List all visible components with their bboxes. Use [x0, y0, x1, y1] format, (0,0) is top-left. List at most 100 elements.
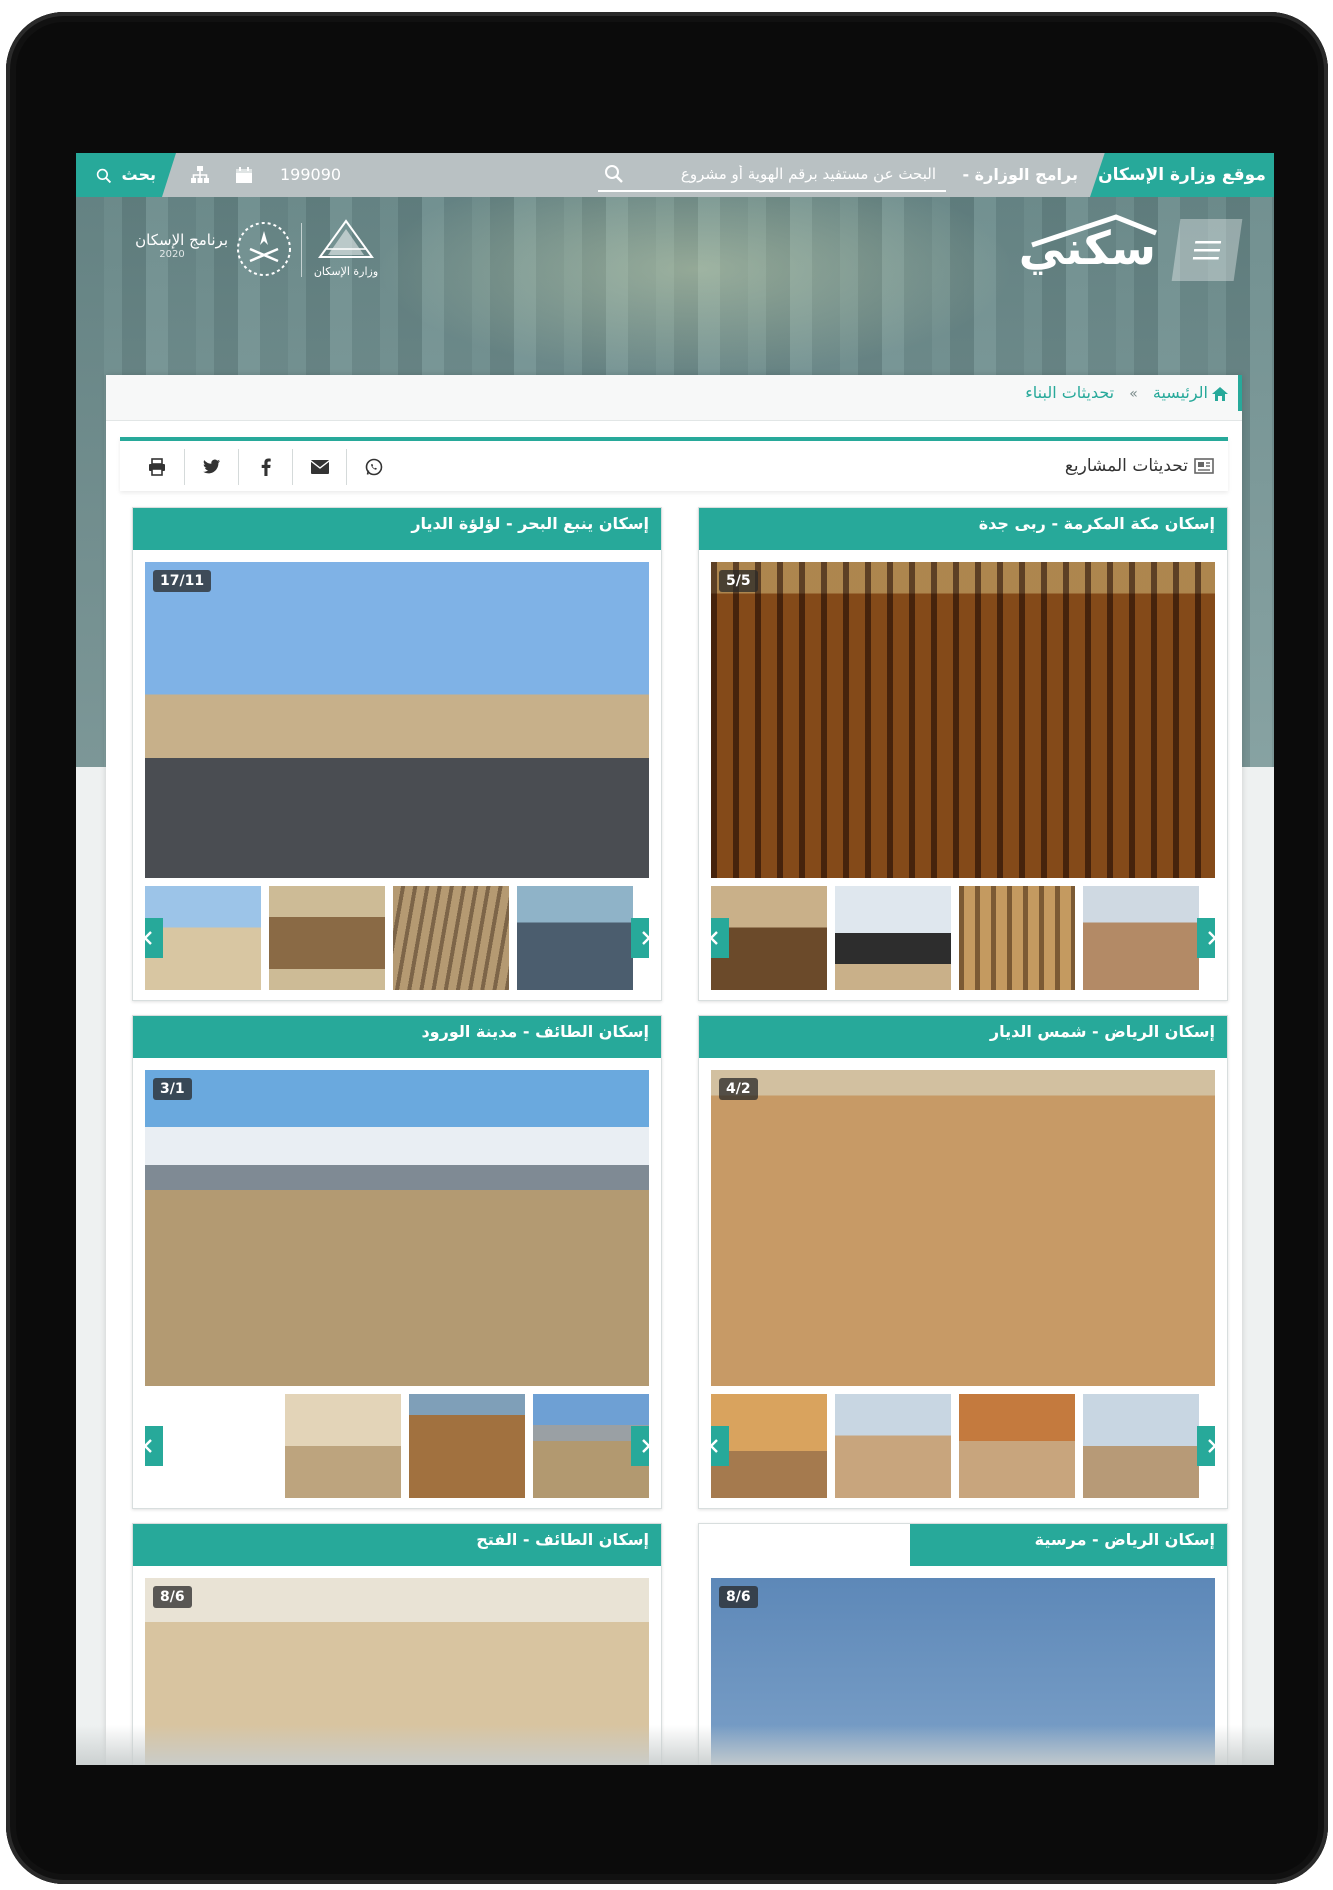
thumbnail-prev-button[interactable] [145, 918, 163, 958]
photo-thumbnail-strip [145, 886, 649, 990]
browser-screen: موقع وزارة الإسكان برامج الوزارة - 19909… [76, 153, 1274, 1765]
beneficiary-search-input[interactable] [598, 158, 946, 190]
section-header: تحديثات المشاريع [120, 437, 1228, 491]
beneficiary-search [598, 158, 946, 192]
facebook-share-button[interactable] [238, 449, 292, 485]
project-main-photo[interactable]: 17/11 [145, 562, 649, 878]
search-button[interactable]: بحث [76, 153, 176, 197]
project-card-title[interactable]: إسكان الرياض - شمس الديار [699, 1016, 1227, 1058]
ministry-logo[interactable]: وزارة الإسكان [306, 219, 386, 281]
housing-program-logo[interactable]: برنامج الإسكان 2020 [116, 231, 228, 260]
photo-counter-badge: 4/2 [719, 1078, 758, 1100]
photo-counter-badge: 8/6 [719, 1586, 758, 1608]
vision-year: 2020 [159, 249, 185, 260]
city-background [376, 197, 1016, 377]
photo-thumbnail[interactable] [269, 886, 385, 990]
project-main-photo[interactable]: 3/1 [145, 1070, 649, 1386]
photo-thumbnail[interactable] [959, 1394, 1075, 1498]
section-title-text: تحديثات المشاريع [1064, 456, 1188, 476]
search-button-label: بحث [121, 165, 157, 184]
photo-thumbnail[interactable] [409, 1394, 525, 1498]
photo-thumbnail[interactable] [285, 1394, 401, 1498]
project-card-title[interactable]: إسكان الطائف - مدينة الورود [133, 1016, 661, 1058]
menu-icon [1192, 241, 1222, 260]
facebook-icon [261, 458, 271, 476]
share-toolbar [130, 449, 400, 485]
ministry-pyramid-icon [318, 219, 374, 258]
project-card-title[interactable]: إسكان مكة المكرمة - ربى جدة [699, 508, 1227, 550]
photo-thumbnail[interactable] [393, 886, 509, 990]
email-share-button[interactable] [292, 449, 346, 485]
print-icon [149, 458, 165, 476]
twitter-icon [202, 459, 220, 474]
chevron-left-icon [145, 931, 152, 945]
breadcrumb-separator: » [1129, 386, 1138, 402]
project-main-photo[interactable]: 5/5 [711, 562, 1215, 878]
visitor-counter: 199090 [280, 165, 342, 184]
thumbnail-next-button[interactable] [1197, 1426, 1215, 1466]
project-main-photo[interactable]: 4/2 [711, 1070, 1215, 1386]
chevron-right-icon [1208, 931, 1215, 945]
whatsapp-icon [365, 458, 382, 476]
thumbnail-prev-button[interactable] [145, 1426, 163, 1466]
project-card-body: 17/11 [133, 550, 661, 1000]
search-icon[interactable] [604, 164, 624, 184]
project-card-body: 3/1 [133, 1058, 661, 1508]
whatsapp-share-button[interactable] [346, 449, 400, 485]
breadcrumb-home[interactable]: الرئيسية [1153, 375, 1228, 411]
hamburger-menu-button[interactable] [1171, 219, 1243, 281]
email-icon [310, 460, 329, 474]
project-card-title[interactable]: إسكان ينبع البحر - لؤلؤة الديار [133, 508, 661, 550]
project-card-body: 4/2 [699, 1058, 1227, 1508]
chevron-left-icon [145, 1439, 152, 1453]
chevron-left-icon [711, 1439, 718, 1453]
calendar-icon[interactable] [234, 165, 254, 185]
photo-thumbnail[interactable] [1083, 1394, 1199, 1498]
photo-thumbnail[interactable] [835, 886, 951, 990]
ministry-name: وزارة الإسكان [313, 265, 379, 278]
home-icon [1212, 386, 1228, 401]
chevron-right-icon [642, 1439, 649, 1453]
ministry-programs-menu[interactable]: برامج الوزارة - [962, 153, 1078, 197]
thumbnail-next-button[interactable] [1197, 918, 1215, 958]
photo-counter-badge: 17/11 [153, 570, 212, 592]
sakani-logo[interactable]: سكني [1019, 221, 1156, 275]
sitemap-icon[interactable] [190, 165, 210, 185]
photo-thumbnail-strip [145, 1394, 649, 1498]
saudi-emblem-icon [237, 222, 291, 276]
photo-thumbnail-strip [711, 1394, 1215, 1498]
content-panel: الرئيسية » تحديثات البناء تحديثات المشار… [106, 375, 1242, 1765]
photo-counter-badge: 3/1 [153, 1078, 192, 1100]
top-bar: موقع وزارة الإسكان برامج الوزارة - 19909… [76, 153, 1274, 197]
ministry-site-link[interactable]: موقع وزارة الإسكان [1090, 153, 1274, 197]
breadcrumb-current[interactable]: تحديثات البناء [1025, 375, 1114, 411]
thumbnail-next-button[interactable] [631, 1426, 649, 1466]
breadcrumb-accent [1238, 375, 1242, 411]
tablet-frame: موقع وزارة الإسكان برامج الوزارة - 19909… [6, 12, 1328, 1884]
project-card-taif-roses: إسكان الطائف - مدينة الورود 3/1 [132, 1015, 662, 1509]
photo-thumbnail[interactable] [1083, 886, 1199, 990]
print-button[interactable] [130, 449, 184, 485]
logo-divider [301, 223, 302, 277]
search-icon [96, 168, 112, 183]
photo-thumbnail[interactable] [517, 886, 633, 990]
thumbnail-next-button[interactable] [631, 918, 649, 958]
breadcrumb-home-label: الرئيسية [1152, 383, 1208, 402]
photo-thumbnail[interactable] [959, 886, 1075, 990]
program-name: برنامج الإسكان [135, 231, 228, 249]
chevron-right-icon [1208, 1439, 1215, 1453]
twitter-share-button[interactable] [184, 449, 238, 485]
photo-counter-badge: 5/5 [719, 570, 758, 592]
project-card-title[interactable]: إسكان الرياض - مرسية [910, 1524, 1227, 1566]
thumbnail-prev-button[interactable] [711, 918, 729, 958]
project-card-yanbu: إسكان ينبع البحر - لؤلؤة الديار 17/11 [132, 507, 662, 1001]
photo-thumbnail[interactable] [835, 1394, 951, 1498]
project-card-body: 5/5 [699, 550, 1227, 1000]
chevron-right-icon [642, 931, 649, 945]
thumbnail-prev-button[interactable] [711, 1426, 729, 1466]
project-card-title[interactable]: إسكان الطائف - الفتح [133, 1524, 661, 1566]
chevron-left-icon [711, 931, 718, 945]
news-icon [1194, 458, 1214, 474]
screen-bottom-shade [76, 1725, 1274, 1765]
photo-thumbnail-strip [711, 886, 1215, 990]
